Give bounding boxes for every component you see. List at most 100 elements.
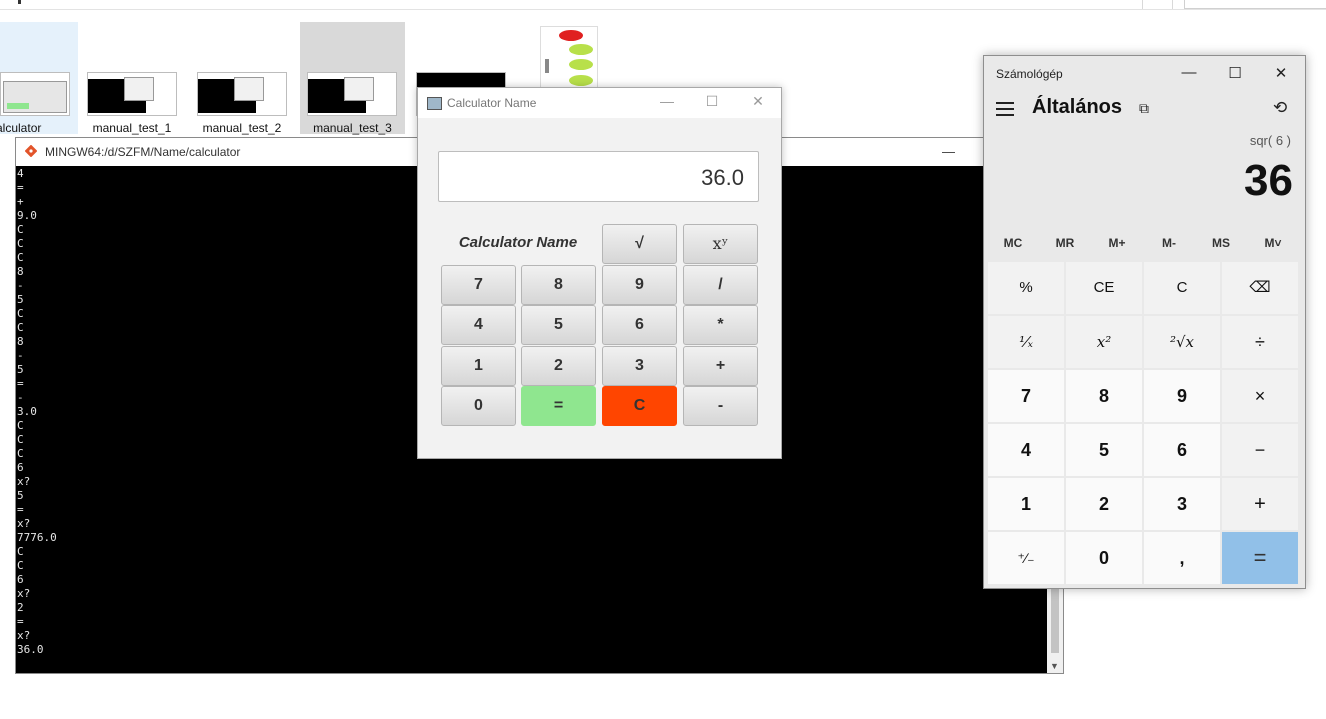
reciprocal-button[interactable]: ¹⁄ₓ xyxy=(988,316,1064,368)
key-4-button[interactable]: 4 xyxy=(988,424,1064,476)
key-5-button[interactable]: 5 xyxy=(1066,424,1142,476)
thumbnail-image xyxy=(87,72,177,116)
key-8-button[interactable]: 8 xyxy=(1066,370,1142,422)
memory-store-button[interactable]: MS xyxy=(1196,236,1246,250)
key-9-button[interactable]: 9 xyxy=(602,265,677,305)
memory-clear-button[interactable]: MC xyxy=(988,236,1038,250)
minus-button[interactable]: - xyxy=(683,386,758,426)
memory-recall-button[interactable]: MR xyxy=(1040,236,1090,250)
close-button[interactable]: ✕ xyxy=(743,93,773,110)
terminal-line: C xyxy=(17,545,24,558)
memory-subtract-button[interactable]: M- xyxy=(1144,236,1194,250)
terminal-line: 6 xyxy=(17,461,24,474)
key-1-button[interactable]: 1 xyxy=(988,478,1064,530)
scroll-down-icon[interactable]: ▼ xyxy=(1050,661,1059,671)
key-0-button[interactable]: 0 xyxy=(1066,532,1142,584)
negate-button[interactable]: ⁺∕₋ xyxy=(988,532,1064,584)
key-3-button[interactable]: 3 xyxy=(602,346,677,386)
explorer-toolbar xyxy=(0,0,1326,10)
minimize-button[interactable]: — xyxy=(942,144,955,159)
key-0-button[interactable]: 0 xyxy=(441,386,516,426)
key-1-button[interactable]: 1 xyxy=(441,346,516,386)
minus-button[interactable]: − xyxy=(1222,424,1298,476)
keep-on-top-icon[interactable]: ⧉ xyxy=(1139,100,1149,117)
key-6-button[interactable]: 6 xyxy=(1144,424,1220,476)
memory-list-button[interactable]: M˅ xyxy=(1248,236,1298,250)
clear-button[interactable]: C xyxy=(1144,262,1220,314)
terminal-line: = xyxy=(17,503,24,516)
terminal-line: 36.0 xyxy=(17,643,44,656)
terminal-line: x? xyxy=(17,629,31,642)
key-4-button[interactable]: 4 xyxy=(441,305,516,345)
percent-button[interactable]: % xyxy=(988,262,1064,314)
terminal-line: 5 xyxy=(17,489,24,502)
multiply-button[interactable]: × xyxy=(1222,370,1298,422)
plus-button[interactable]: + xyxy=(683,346,758,386)
equals-button[interactable]: = xyxy=(1222,532,1298,584)
file-name: manual_test_3 xyxy=(313,121,392,135)
key-5-button[interactable]: 5 xyxy=(521,305,596,345)
power-button[interactable]: xʸ xyxy=(683,224,758,264)
key-8-button[interactable]: 8 xyxy=(521,265,596,305)
key-2-button[interactable]: 2 xyxy=(521,346,596,386)
git-icon xyxy=(25,145,37,157)
terminal-line: 6 xyxy=(17,573,24,586)
terminal-line: x? xyxy=(17,517,31,530)
thumbnail-image xyxy=(0,72,70,116)
key-9-button[interactable]: 9 xyxy=(1144,370,1220,422)
fx-calculator-window[interactable]: Calculator Name — ☐ ✕ 36.0 Calculator Na… xyxy=(417,87,782,459)
sqrt-button[interactable]: √ xyxy=(602,224,677,264)
file-name: manual_test_1 xyxy=(92,121,172,135)
maximize-button[interactable]: ☐ xyxy=(697,93,727,110)
explorer-search-box[interactable] xyxy=(1184,0,1326,9)
maximize-button[interactable]: ☐ xyxy=(1220,64,1250,82)
result-display: 36 xyxy=(1244,156,1293,205)
key-7-button[interactable]: 7 xyxy=(988,370,1064,422)
clear-entry-button[interactable]: CE xyxy=(1066,262,1142,314)
key-7-button[interactable]: 7 xyxy=(441,265,516,305)
minimize-button[interactable]: — xyxy=(652,93,682,109)
fx-titlebar[interactable]: Calculator Name — ☐ ✕ xyxy=(418,88,781,118)
terminal-line: x? xyxy=(17,475,31,488)
terminal-title: MINGW64:/d/SZFM/Name/calculator xyxy=(45,145,241,159)
divide-button[interactable]: ÷ xyxy=(1222,316,1298,368)
terminal-line: x? xyxy=(17,587,31,600)
file-thumbnail-manual-test-1[interactable]: manual_test_1 xyxy=(78,22,186,135)
terminal-line: 7776.0 xyxy=(17,531,57,544)
history-icon[interactable]: ⟲ xyxy=(1273,98,1287,118)
square-root-button[interactable]: ²√x xyxy=(1144,316,1220,368)
windows-calculator-window[interactable]: Számológép — ☐ ✕ Általános ⧉ ⟲ sqr( 6 ) … xyxy=(983,55,1306,589)
expression-display: sqr( 6 ) xyxy=(1249,133,1291,148)
file-thumbnail-manual-test-2[interactable]: manual_test_2 xyxy=(188,22,296,135)
clear-button[interactable]: C xyxy=(602,386,677,426)
thumbnail-image xyxy=(307,72,397,116)
plus-button[interactable]: + xyxy=(1222,478,1298,530)
calculator-display[interactable]: 36.0 xyxy=(438,151,759,202)
calculator-name-label: Calculator Name xyxy=(458,234,578,251)
file-name: manual_test_2 xyxy=(202,121,282,135)
memory-add-button[interactable]: M+ xyxy=(1092,236,1142,250)
file-name: calculator xyxy=(0,121,42,135)
close-button[interactable]: ✕ xyxy=(1266,64,1296,82)
file-thumbnail-calculator[interactable]: calculator xyxy=(0,22,78,135)
terminal-line: = xyxy=(17,615,24,628)
square-button[interactable]: x² xyxy=(1066,316,1142,368)
terminal-line: C xyxy=(17,559,24,572)
decimal-separator-button[interactable]: , xyxy=(1144,532,1220,584)
equals-button[interactable]: = xyxy=(521,386,596,426)
file-thumbnail-manual-test-3[interactable]: manual_test_3 xyxy=(300,22,405,135)
calculator-mode-title: Általános xyxy=(1032,96,1123,118)
key-2-button[interactable]: 2 xyxy=(1066,478,1142,530)
hamburger-menu-icon[interactable] xyxy=(996,102,1014,116)
minimize-button[interactable]: — xyxy=(1174,64,1204,81)
multiply-button[interactable]: * xyxy=(683,305,758,345)
key-6-button[interactable]: 6 xyxy=(602,305,677,345)
key-3-button[interactable]: 3 xyxy=(1144,478,1220,530)
terminal-line: 2 xyxy=(17,601,24,614)
window-title: Számológép xyxy=(996,67,1063,81)
app-icon xyxy=(427,97,442,110)
window-title: Calculator Name xyxy=(447,96,537,110)
divide-button[interactable]: / xyxy=(683,265,758,305)
thumbnail-image xyxy=(197,72,287,116)
backspace-icon[interactable]: ⌫ xyxy=(1222,262,1298,314)
